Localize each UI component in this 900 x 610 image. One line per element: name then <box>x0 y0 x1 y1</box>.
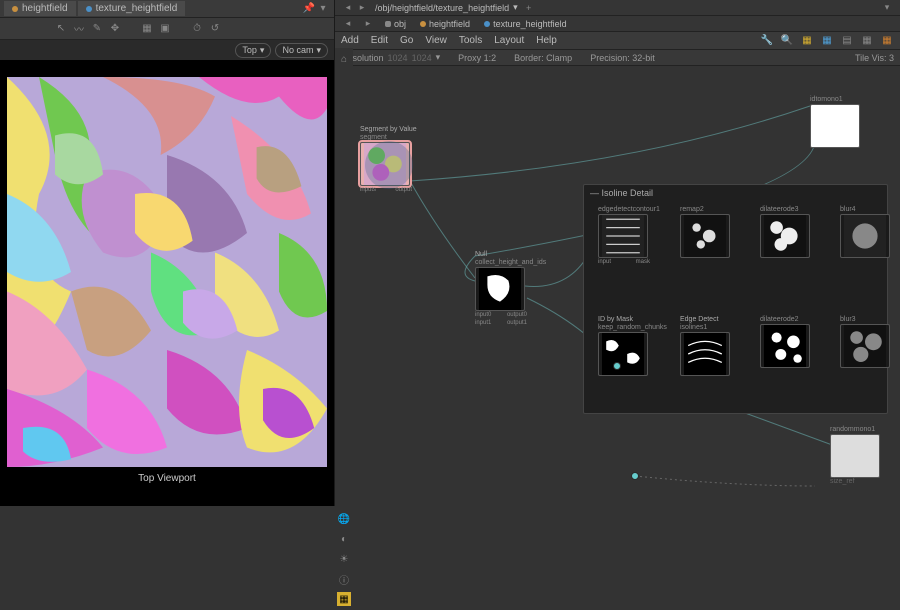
forward-icon[interactable]: ▸ <box>361 17 375 31</box>
tile-icon[interactable]: ▦ <box>860 34 874 48</box>
node-edgedetectcontour1[interactable]: edgedetectcontour1 inputmask <box>598 206 650 266</box>
node-editor-status-bar: Resolution 1024 1024 ▾ Proxy 1:2 Border:… <box>335 50 900 66</box>
node-collect-height-and-ids[interactable]: Null collect_height_and_ids input0output… <box>475 251 527 327</box>
breadcrumb-texture-heightfield[interactable]: texture_heightfield <box>480 18 571 30</box>
chevron-down-icon[interactable]: ▾ <box>880 1 894 15</box>
group-title: — Isoline Detail <box>584 185 887 201</box>
network-dot[interactable] <box>631 472 639 480</box>
node-thumbnail <box>598 332 648 376</box>
move-tool-icon[interactable]: ✥ <box>108 22 122 36</box>
menu-tools[interactable]: Tools <box>459 35 482 46</box>
viewport-camera-controls: Top▾ No cam▾ <box>0 40 334 60</box>
node-thumbnail <box>840 324 890 368</box>
segmented-heightfield-preview <box>7 77 327 467</box>
path-bar: ◂ ▸ /obj/heightfield/texture_heightfield… <box>335 0 900 16</box>
node-path[interactable]: /obj/heightfield/texture_heightfield <box>375 3 509 13</box>
history-icon[interactable]: ↺ <box>208 22 222 36</box>
node-keep-random-chunks[interactable]: ID by Mask keep_random_chunks <box>598 316 650 376</box>
node-editor-menu-bar: Add Edit Go View Tools Layout Help 🔧 🔍 ▦… <box>335 32 900 50</box>
bulb-icon[interactable]: ◐ <box>337 532 351 546</box>
breadcrumb-heightfield[interactable]: heightfield <box>416 18 474 30</box>
menu-layout[interactable]: Layout <box>494 35 524 46</box>
node-thumbnail <box>760 324 810 368</box>
node-thumbnail <box>830 434 880 478</box>
list-icon[interactable]: ▤ <box>840 34 854 48</box>
status-border[interactable]: Border: Clamp <box>514 53 572 63</box>
status-resolution[interactable]: Resolution 1024 1024 ▾ <box>341 52 440 63</box>
node-remap2[interactable]: remap2 <box>680 206 732 258</box>
tab-texture-heightfield[interactable]: texture_heightfield <box>78 1 186 16</box>
camera-pill[interactable]: No cam▾ <box>275 43 328 58</box>
wrench-icon[interactable]: 🔧 <box>760 34 774 48</box>
node-segment[interactable]: Segment by Value segment inputsoutput <box>360 126 412 194</box>
home-icon[interactable]: ⌂ <box>337 52 351 66</box>
menu-help[interactable]: Help <box>536 35 557 46</box>
color-icon[interactable]: ▦ <box>880 34 894 48</box>
info-icon[interactable]: ⓘ <box>337 572 351 586</box>
folder-icon <box>385 21 391 27</box>
lasso-tool-icon[interactable]: 〰 <box>72 22 86 36</box>
select-tool-icon[interactable]: ↖ <box>54 22 68 36</box>
view-icon[interactable]: ▣ <box>158 22 172 36</box>
node-thumbnail <box>360 142 410 186</box>
node-thumbnail <box>598 214 648 258</box>
node-thumbnail <box>680 332 730 376</box>
clock-icon[interactable]: ⏱ <box>190 22 204 36</box>
node-isolines1[interactable]: Edge Detect isolines1 <box>680 316 732 376</box>
node-dilateerode3[interactable]: dilateerode3 <box>760 206 812 258</box>
status-precision[interactable]: Precision: 32-bit <box>590 53 655 63</box>
node-color-dot <box>86 6 92 12</box>
node-thumbnail <box>760 214 810 258</box>
viewport-pane: heightfield texture_heightfield 📌 ▾ ↖ 〰 … <box>0 0 335 506</box>
back-icon[interactable]: ◂ <box>341 1 355 15</box>
globe-icon[interactable]: 🌐 <box>337 512 351 526</box>
grid-icon[interactable]: ▦ <box>140 22 154 36</box>
tab-label: texture_heightfield <box>96 3 178 14</box>
node-blur3[interactable]: blur3 <box>840 316 892 368</box>
sun-icon[interactable]: ☀ <box>337 552 351 566</box>
status-proxy[interactable]: Proxy 1:2 <box>458 53 496 63</box>
brush-tool-icon[interactable]: ✎ <box>90 22 104 36</box>
network-dot[interactable] <box>613 362 621 370</box>
node-graph[interactable]: — Isoline Detail Segment by Value segmen… <box>335 66 900 506</box>
search-icon[interactable]: 🔍 <box>780 34 794 48</box>
menu-view[interactable]: View <box>425 35 447 46</box>
node-thumbnail <box>810 104 860 148</box>
node-dilateerode2[interactable]: dilateerode2 <box>760 316 812 368</box>
viewport-tab-bar: heightfield texture_heightfield 📌 ▾ <box>0 0 334 18</box>
add-tab-icon[interactable]: + <box>522 1 536 15</box>
node-color-dot <box>12 6 18 12</box>
status-tilevis[interactable]: Tile Vis: 3 <box>855 53 894 63</box>
node-thumbnail <box>680 214 730 258</box>
viewport[interactable]: Top Viewport <box>0 60 334 506</box>
tab-heightfield[interactable]: heightfield <box>4 1 76 16</box>
view-pill[interactable]: Top▾ <box>235 43 271 58</box>
node-editor-pane: ◂ ▸ /obj/heightfield/texture_heightfield… <box>335 0 900 506</box>
breadcrumb-obj[interactable]: obj <box>381 18 410 30</box>
menu-add[interactable]: Add <box>341 35 359 46</box>
node-idtomono1[interactable]: idtomono1 <box>810 96 862 148</box>
dropdown-icon[interactable]: ▾ <box>513 2 518 13</box>
warning-icon[interactable]: ▦ <box>337 592 351 606</box>
image-icon[interactable]: ▦ <box>800 34 814 48</box>
forward-icon[interactable]: ▸ <box>355 1 369 15</box>
viewport-label: Top Viewport <box>132 467 202 490</box>
node-color-dot <box>484 21 490 27</box>
menu-edit[interactable]: Edit <box>371 35 388 46</box>
node-blur4[interactable]: blur4 <box>840 206 892 258</box>
viewport-toolbar: ↖ 〰 ✎ ✥ ▦ ▣ ⏱ ↺ <box>0 18 334 40</box>
node-randommono1[interactable]: randommono1 size_ref <box>830 426 882 486</box>
tab-label: heightfield <box>22 3 68 14</box>
menu-go[interactable]: Go <box>400 35 413 46</box>
back-icon[interactable]: ◂ <box>341 17 355 31</box>
node-thumbnail <box>475 267 525 311</box>
node-color-dot <box>420 21 426 27</box>
chevron-down-icon[interactable]: ▾ <box>316 2 330 16</box>
palette-icon[interactable]: ▦ <box>820 34 834 48</box>
pin-icon[interactable]: 📌 <box>302 2 316 16</box>
breadcrumb-bar: ◂ ▸ obj heightfield texture_heightfield <box>335 16 900 32</box>
node-thumbnail <box>840 214 890 258</box>
